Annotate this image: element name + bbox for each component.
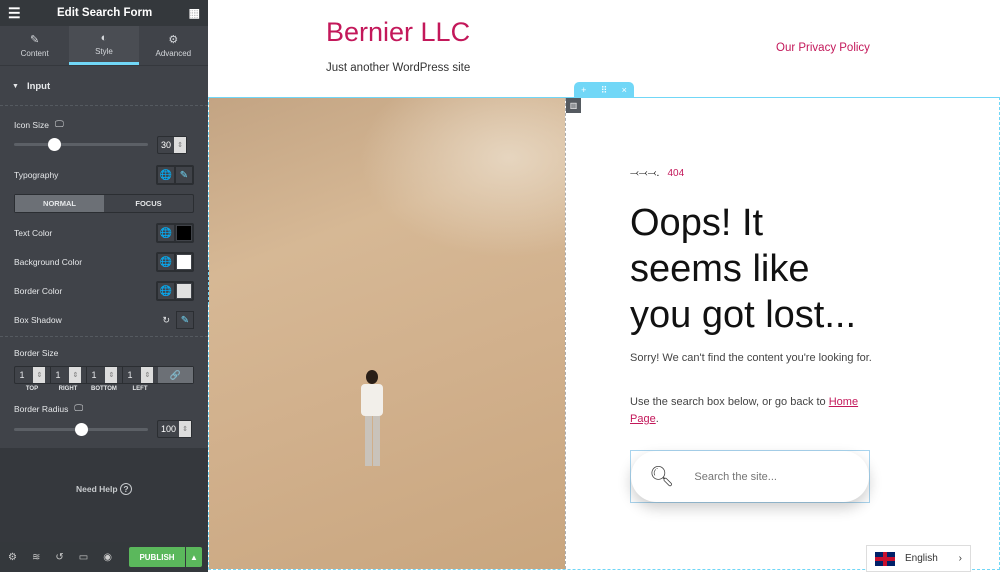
drag-handle-icon[interactable]: ⠿ bbox=[601, 85, 608, 96]
border-right-input[interactable]: 1 ⇕ bbox=[51, 367, 87, 383]
navigator-icon[interactable]: ≋ bbox=[32, 552, 40, 563]
error-heading: Oops! It seems like you got lost... bbox=[630, 202, 857, 336]
pencil-icon: ✎ bbox=[30, 34, 40, 46]
publish-button[interactable]: PUBLISH bbox=[129, 547, 185, 567]
globe-icon[interactable]: 🌐 bbox=[157, 224, 175, 242]
language-switcher[interactable]: English › bbox=[866, 545, 971, 572]
desktop-icon[interactable]: 🖵 bbox=[74, 403, 83, 414]
edit-icon[interactable]: ✎ bbox=[176, 311, 194, 329]
icon-size-input[interactable]: 30 ⇕ bbox=[157, 136, 188, 154]
settings-icon[interactable]: ⚙ bbox=[8, 552, 17, 563]
site-tagline: Just another WordPress site bbox=[326, 62, 471, 74]
border-top-input[interactable]: 1 ⇕ bbox=[15, 367, 51, 383]
globe-icon[interactable]: 🌐 bbox=[157, 166, 175, 184]
border-radius-slider[interactable] bbox=[14, 423, 148, 436]
panel-title: Edit Search Form bbox=[57, 7, 153, 19]
stepper-icon[interactable]: ⇕ bbox=[174, 137, 187, 153]
link-values-button[interactable]: 🔗 bbox=[158, 367, 193, 383]
editor-panel: ☰ Edit Search Form ▦ ✎ Content ◐ Style ⚙ Ad… bbox=[0, 0, 208, 572]
tab-advanced[interactable]: ⚙ Advanced bbox=[139, 26, 208, 65]
preview-eye-icon[interactable]: ◉ bbox=[103, 552, 112, 563]
publish-options-button[interactable]: ▲ bbox=[186, 547, 202, 567]
reset-icon[interactable]: ↻ bbox=[162, 315, 170, 326]
gear-icon: ⚙ bbox=[168, 34, 179, 46]
tab-content[interactable]: ✎ Content bbox=[0, 26, 69, 65]
border-bottom-input[interactable]: 1 ⇕ bbox=[87, 367, 123, 383]
right-label: RIGHT bbox=[58, 386, 78, 392]
stepper-icon[interactable]: ⇕ bbox=[141, 367, 154, 383]
tab-style[interactable]: ◐ Style bbox=[69, 26, 139, 65]
stepper-icon[interactable]: ⇕ bbox=[179, 421, 192, 437]
chevron-right-icon: › bbox=[958, 553, 962, 564]
column-handle[interactable]: ▥ bbox=[566, 98, 581, 113]
background-color-swatch[interactable] bbox=[175, 253, 193, 271]
uk-flag-icon bbox=[875, 551, 895, 566]
top-label: TOP bbox=[25, 386, 39, 392]
icon-size-label: Icon Size bbox=[14, 119, 49, 130]
site-preview: Bernier LLC Just another WordPress site … bbox=[208, 0, 1000, 572]
border-radius-label: Border Radius bbox=[14, 403, 69, 414]
error-code: 404 bbox=[667, 168, 685, 179]
widgets-grid-icon[interactable]: ▦ bbox=[189, 6, 200, 20]
left-label: LEFT bbox=[132, 386, 148, 392]
edit-icon[interactable]: ✎ bbox=[175, 166, 193, 184]
icon-size-slider[interactable] bbox=[14, 138, 148, 151]
search-input[interactable] bbox=[694, 470, 845, 483]
stepper-icon[interactable]: ⇕ bbox=[105, 367, 118, 383]
desert-image bbox=[209, 98, 565, 569]
slider-handle[interactable] bbox=[48, 138, 61, 151]
globe-icon[interactable]: 🌐 bbox=[157, 253, 175, 271]
section-input-toggle[interactable]: ▼ Input bbox=[0, 68, 208, 106]
hamburger-menu-icon[interactable]: ☰ bbox=[8, 5, 21, 22]
normal-tab[interactable]: NORMAL bbox=[15, 195, 104, 212]
contrast-icon: ◐ bbox=[100, 32, 108, 44]
caret-down-icon: ▼ bbox=[12, 83, 19, 90]
border-left-input[interactable]: 1 ⇕ bbox=[123, 367, 158, 383]
focus-tab[interactable]: FOCUS bbox=[104, 195, 193, 212]
border-color-swatch[interactable] bbox=[175, 282, 193, 300]
search-instruction: Use the search box below, or go back to bbox=[630, 396, 829, 408]
typography-label: Typography bbox=[14, 170, 59, 180]
text-color-swatch[interactable] bbox=[175, 224, 193, 242]
border-color-label: Border Color bbox=[14, 286, 63, 296]
desktop-icon[interactable]: 🖵 bbox=[55, 119, 64, 130]
delete-section-icon[interactable]: × bbox=[622, 85, 627, 95]
slider-handle[interactable] bbox=[75, 423, 88, 436]
responsive-mode-icon[interactable]: ▭ bbox=[79, 552, 88, 563]
bottom-label: BOTTOM bbox=[91, 386, 117, 392]
search-icon[interactable]: 🔍︎ bbox=[649, 464, 674, 489]
walking-person bbox=[357, 370, 387, 500]
add-section-icon[interactable]: + bbox=[581, 85, 586, 95]
border-radius-input[interactable]: 100 ⇕ bbox=[157, 420, 193, 438]
stepper-icon[interactable]: ⇕ bbox=[33, 367, 46, 383]
stepper-icon[interactable]: ⇕ bbox=[69, 367, 82, 383]
birds-icon: ⤙⤙⤙. bbox=[630, 167, 660, 179]
privacy-policy-link[interactable]: Our Privacy Policy bbox=[776, 42, 870, 54]
panel-header: ☰ Edit Search Form ▦ bbox=[0, 0, 208, 26]
search-box[interactable]: 🔍︎ bbox=[631, 451, 869, 502]
link-icon: 🔗 bbox=[169, 369, 182, 380]
question-icon: ? bbox=[119, 483, 132, 495]
need-help-link[interactable]: Need Help ? bbox=[0, 483, 208, 495]
box-shadow-label: Box Shadow bbox=[14, 315, 62, 325]
section-handle: + ⠿ × bbox=[574, 82, 634, 98]
text-color-label: Text Color bbox=[14, 228, 53, 238]
site-title[interactable]: Bernier LLC bbox=[326, 17, 470, 48]
history-icon[interactable]: ↺ bbox=[55, 552, 63, 563]
background-color-label: Background Color bbox=[14, 257, 83, 267]
border-size-label: Border Size bbox=[14, 348, 59, 358]
globe-icon[interactable]: 🌐 bbox=[157, 282, 175, 300]
error-message: Sorry! We can't find the content you're … bbox=[630, 352, 872, 364]
